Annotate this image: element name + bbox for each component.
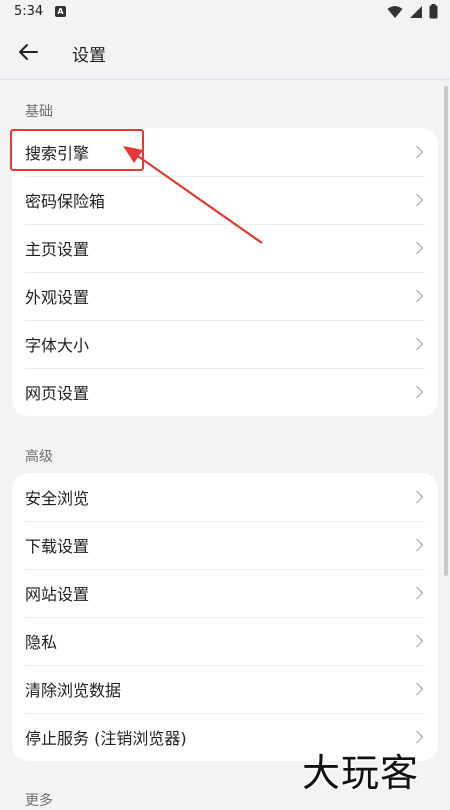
section-label-more: 更多 [25,793,53,809]
settings-item-label: 停止服务 (注销浏览器) [25,729,187,748]
settings-item-label: 主页设置 [25,240,90,259]
settings-item-label: 隐私 [25,633,58,652]
section-label-advanced: 高级 [25,449,53,465]
chevron-right-icon [416,337,424,351]
settings-item-label: 清除浏览数据 [25,681,122,700]
scrollbar[interactable] [444,86,448,576]
chevron-right-icon [416,145,424,159]
settings-card-advanced: 安全浏览 下载设置 网站设置 隐私 清除浏览数据 停止服务 (注销浏览器) [12,473,438,761]
status-time: 5:34 [14,4,44,19]
settings-item-webpage[interactable]: 网页设置 [12,368,438,416]
settings-item-label: 字体大小 [25,336,90,355]
chevron-right-icon [416,193,424,207]
chevron-right-icon [416,586,424,600]
settings-item-homepage[interactable]: 主页设置 [12,224,438,272]
chevron-right-icon [416,682,424,696]
settings-item-clear-data[interactable]: 清除浏览数据 [12,665,438,713]
app-header: 设置 [0,24,450,80]
battery-icon [429,4,438,19]
page-title: 设置 [72,46,106,66]
wifi-icon [387,5,403,18]
settings-item-label: 外观设置 [25,288,90,307]
settings-item-safe-browsing[interactable]: 安全浏览 [12,473,438,521]
signal-icon [410,5,422,18]
header-divider [0,79,450,80]
annotation-highlight-box [10,129,144,171]
watermark-logo: 大玩客 [302,751,420,795]
settings-item-appearance[interactable]: 外观设置 [12,272,438,320]
settings-item-label: 下载设置 [25,537,90,556]
arrow-left-icon [19,44,38,60]
status-bar: 5:34 A [0,0,450,24]
settings-item-password-vault[interactable]: 密码保险箱 [12,176,438,224]
status-icons [387,4,438,19]
chevron-right-icon [416,241,424,255]
settings-item-label: 网站设置 [25,585,90,604]
settings-item-font-size[interactable]: 字体大小 [12,320,438,368]
section-label-basic: 基础 [25,104,53,120]
chevron-right-icon [416,289,424,303]
settings-item-site-settings[interactable]: 网站设置 [12,569,438,617]
settings-card-basic: 搜索引擎 密码保险箱 主页设置 外观设置 字体大小 网页设置 [12,128,438,416]
settings-item-label: 密码保险箱 [25,192,106,211]
chevron-right-icon [416,385,424,399]
notification-icon: A [55,6,66,17]
back-button[interactable] [14,38,42,66]
chevron-right-icon [416,490,424,504]
settings-item-label: 网页设置 [25,384,90,403]
settings-item-privacy[interactable]: 隐私 [12,617,438,665]
settings-item-download[interactable]: 下载设置 [12,521,438,569]
chevron-right-icon [416,634,424,648]
settings-item-label: 安全浏览 [25,489,90,508]
chevron-right-icon [416,538,424,552]
